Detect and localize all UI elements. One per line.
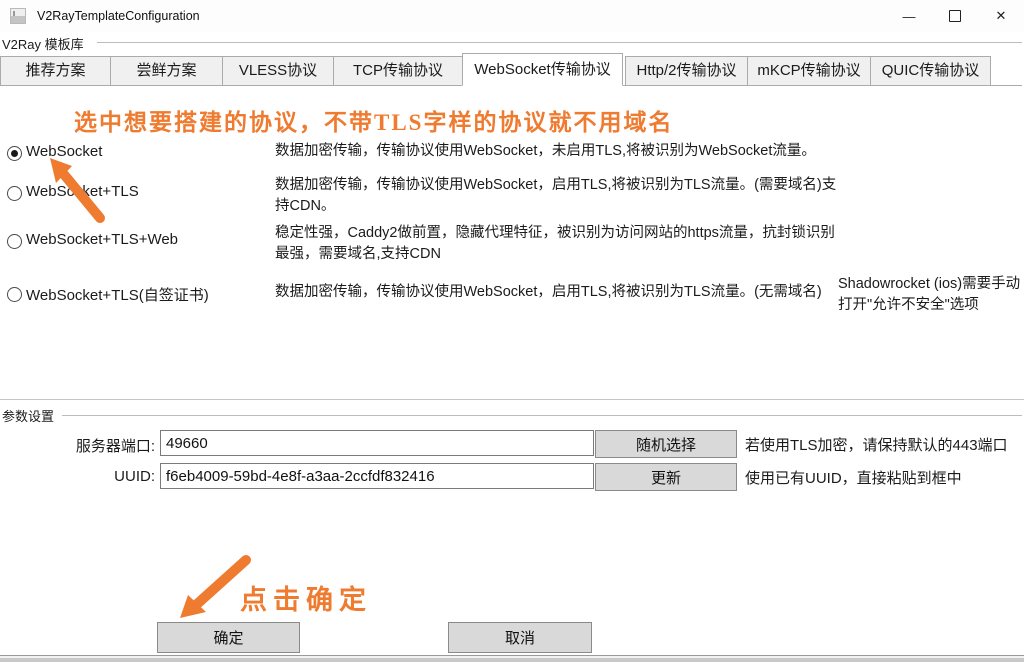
websocket-tls-description: 数据加密传输，传输协议使用WebSocket，启用TLS,将被识别为TLS流量。…: [275, 175, 847, 217]
uuid-note: 使用已有UUID，直接粘贴到框中: [745, 467, 962, 488]
window-bottom-edge: [0, 655, 1024, 662]
radio-websocket-tls-selfsigned-label[interactable]: WebSocket+TLS(自签证书): [26, 284, 209, 305]
cancel-button[interactable]: 取消: [448, 622, 592, 653]
random-select-button[interactable]: 随机选择: [595, 430, 737, 458]
tab-tcp[interactable]: TCP传输协议: [333, 56, 462, 86]
arrow-to-websocket-icon: [38, 150, 128, 228]
uuid-input[interactable]: [160, 463, 594, 489]
websocket-tls-selfsigned-description: 数据加密传输，传输协议使用WebSocket，启用TLS,将被识别为TLS流量。…: [275, 282, 847, 303]
tab-vless[interactable]: VLESS协议: [222, 56, 333, 86]
tab-quic[interactable]: QUIC传输协议: [870, 56, 991, 86]
radio-websocket-tls-web-label[interactable]: WebSocket+TLS+Web: [26, 231, 178, 248]
tab-websocket[interactable]: WebSocket传输协议: [462, 53, 623, 86]
params-group-line: [62, 415, 1022, 416]
annotation-click-ok: 点击确定: [240, 578, 372, 617]
port-note: 若使用TLS加密，请保持默认的443端口: [745, 434, 1008, 455]
app-icon: [10, 8, 26, 24]
websocket-description: 数据加密传输，传输协议使用WebSocket，未启用TLS,将被识别为WebSo…: [275, 141, 847, 162]
close-icon: ✕: [996, 8, 1007, 24]
window-title: V2RayTemplateConfiguration: [37, 0, 200, 32]
server-port-input[interactable]: [160, 430, 594, 456]
titlebar: V2RayTemplateConfiguration — ✕: [0, 0, 1024, 32]
tab-http2[interactable]: Http/2传输协议: [625, 56, 747, 86]
tab-recommended[interactable]: 推荐方案: [0, 56, 110, 86]
maximize-button[interactable]: [932, 0, 978, 32]
window-controls: — ✕: [886, 0, 1024, 32]
template-group-bottom-line: [0, 399, 1024, 400]
uuid-label: UUID:: [58, 468, 155, 485]
template-group-label: V2Ray 模板库: [2, 34, 88, 53]
tab-fresh[interactable]: 尝鲜方案: [110, 56, 222, 86]
minimize-button[interactable]: —: [886, 0, 932, 32]
update-uuid-button[interactable]: 更新: [595, 463, 737, 491]
close-button[interactable]: ✕: [978, 0, 1024, 32]
tab-mkcp[interactable]: mKCP传输协议: [747, 56, 870, 86]
radio-websocket-tls[interactable]: [7, 186, 22, 201]
websocket-tls-web-description: 稳定性强，Caddy2做前置，隐藏代理特征，被识别为访问网站的https流量，抗…: [275, 223, 847, 265]
app-window: V2RayTemplateConfiguration — ✕ V2Ray 模板库…: [0, 0, 1024, 662]
server-port-label: 服务器端口:: [58, 435, 155, 456]
params-group-label: 参数设置: [2, 406, 58, 425]
protocol-tabstrip: 推荐方案 尝鲜方案 VLESS协议 TCP传输协议 WebSocket传输协议 …: [0, 54, 1008, 86]
minimize-icon: —: [903, 9, 916, 24]
radio-websocket[interactable]: [7, 146, 22, 161]
shadowrocket-note: Shadowrocket (ios)需要手动打开"允许不安全"选项: [838, 274, 1024, 316]
template-group-line: [97, 42, 1022, 43]
radio-websocket-tls-web[interactable]: [7, 234, 22, 249]
maximize-icon: [949, 10, 961, 22]
ok-button[interactable]: 确定: [157, 622, 300, 653]
radio-websocket-tls-selfsigned[interactable]: [7, 287, 22, 302]
annotation-select-protocol: 选中想要搭建的协议，不带TLS字样的协议就不用域名: [74, 103, 673, 137]
